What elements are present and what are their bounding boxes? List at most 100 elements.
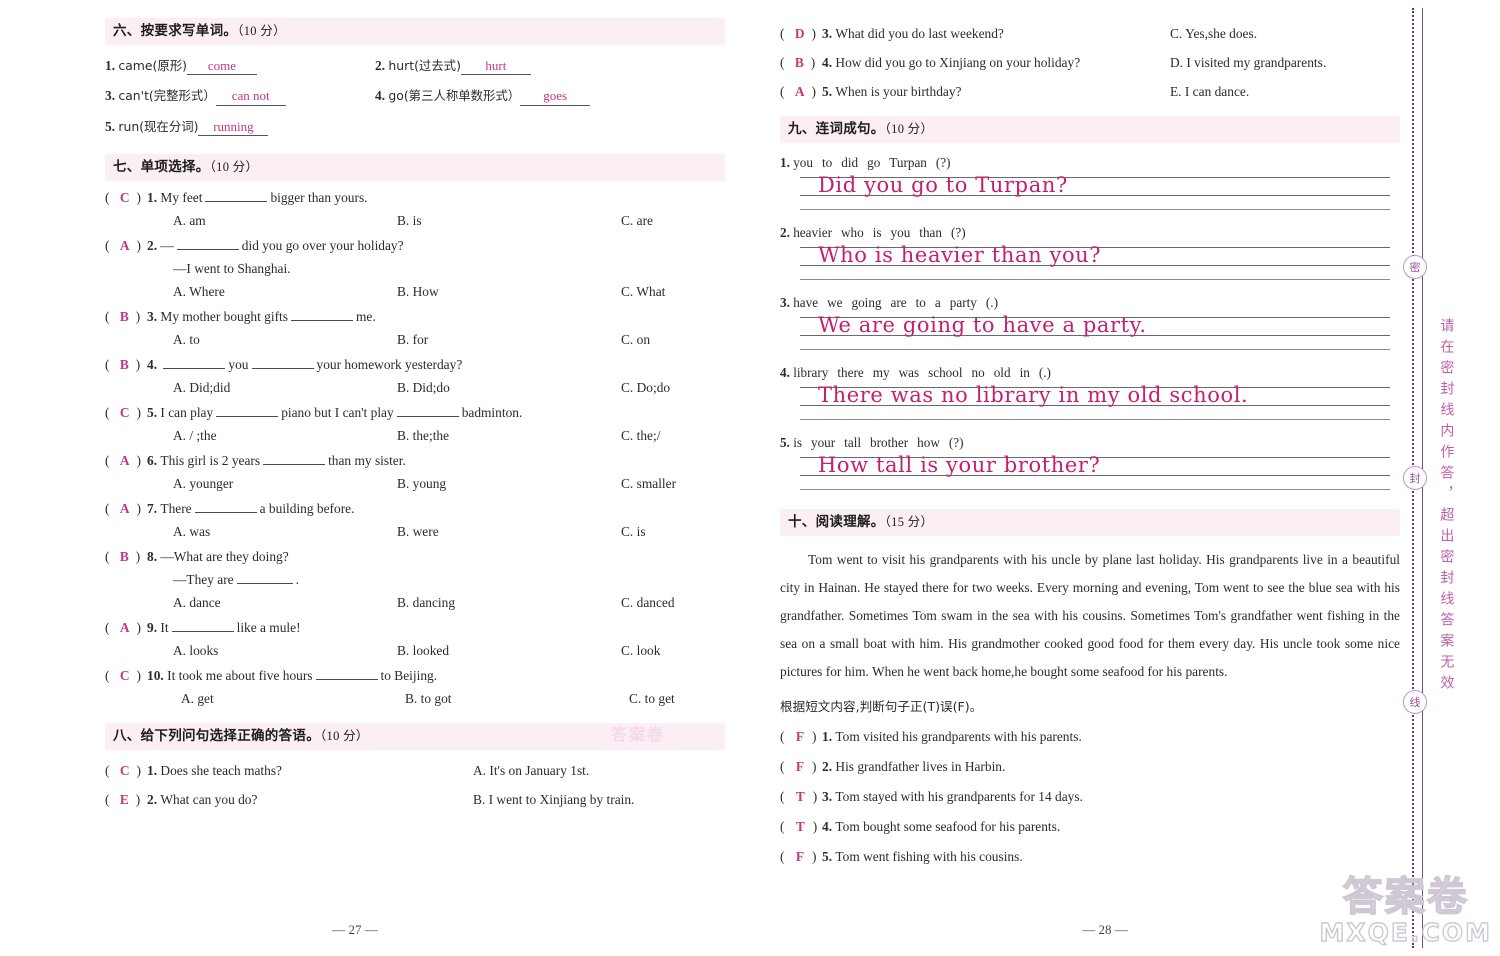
- scrambled-word: was: [898, 365, 920, 381]
- match-answer-option[interactable]: B. I went to Xinjiang by train.: [473, 792, 634, 808]
- mc-options: A. looks B. looked C. look: [105, 643, 725, 659]
- answer-bracket[interactable]: ( B): [780, 55, 822, 71]
- option-a[interactable]: A. am: [173, 213, 397, 229]
- tf-statement: Tom went fishing with his cousins.: [835, 849, 1023, 865]
- answer-bracket[interactable]: ( C): [105, 190, 147, 206]
- option-c[interactable]: C. What: [621, 284, 665, 300]
- answer-bracket[interactable]: ( A): [105, 501, 147, 517]
- section-points-six: （10 分）: [237, 24, 286, 38]
- answer-bracket[interactable]: ( C): [105, 405, 147, 421]
- item-number: 2.: [780, 225, 790, 241]
- scrambled-word: going: [851, 295, 882, 311]
- option-c[interactable]: C. on: [621, 332, 650, 348]
- mc-options: A. get B. to got C. to get: [105, 691, 725, 707]
- match-answer-option[interactable]: A. It's on January 1st.: [473, 763, 589, 779]
- question-text: What did you do last weekend?: [835, 26, 1004, 41]
- option-a[interactable]: A. younger: [173, 476, 397, 492]
- mc-subline-tail: .: [295, 572, 299, 588]
- scrambled-word: library: [793, 365, 829, 381]
- option-a[interactable]: A. Where: [173, 284, 397, 300]
- option-a[interactable]: A. dance: [173, 595, 397, 611]
- scrambled-word: go: [867, 155, 881, 171]
- answer-bracket[interactable]: ( B): [105, 549, 147, 565]
- seal-instruction-text: 请在密封线内作答，超出密封线答案无效: [1438, 318, 1455, 696]
- option-b[interactable]: B. to got: [405, 691, 629, 707]
- option-a[interactable]: A. get: [173, 691, 405, 707]
- fill-blank-answer[interactable]: come: [186, 58, 257, 76]
- fill-blank-answer[interactable]: hurt: [460, 58, 531, 76]
- answer-bracket[interactable]: ( T): [780, 819, 822, 835]
- answer-bracket[interactable]: ( F): [780, 729, 822, 745]
- fill-blank-answer[interactable]: can not: [215, 89, 286, 106]
- mc-options: A. am B. is C. are: [105, 213, 725, 229]
- answer-bracket[interactable]: ( T): [780, 789, 822, 805]
- match-answer-option[interactable]: D. I visited my grandparents.: [1170, 55, 1326, 71]
- answer-write-lines[interactable]: We are going to have a party.: [800, 313, 1390, 353]
- option-b[interactable]: B. How: [397, 284, 621, 300]
- option-b[interactable]: B. looked: [397, 643, 621, 659]
- question-text: What can you do?: [160, 792, 258, 808]
- chosen-answer: A: [119, 501, 130, 517]
- answer-write-lines[interactable]: Did you go to Turpan?: [800, 173, 1390, 213]
- match-question: ( C) 1. Does she teach maths?: [105, 763, 473, 779]
- match-answer-option[interactable]: C. Yes,she does.: [1170, 26, 1257, 42]
- match-answer-option[interactable]: E. I can dance.: [1170, 84, 1249, 100]
- tf-list: ( F) 1. Tom visited his grandparents with…: [780, 729, 1400, 865]
- answer-bracket[interactable]: ( B): [105, 309, 147, 325]
- option-c[interactable]: C. the;/: [621, 428, 660, 444]
- answer-bracket[interactable]: ( C): [105, 668, 147, 684]
- fill-blank-answer[interactable]: running: [198, 119, 269, 137]
- option-c[interactable]: C. to get: [629, 691, 675, 707]
- option-b[interactable]: B. is: [397, 213, 621, 229]
- option-b[interactable]: B. for: [397, 332, 621, 348]
- option-c[interactable]: C. are: [621, 213, 653, 229]
- fill-blank-answer[interactable]: goes: [520, 89, 591, 106]
- answer-write-lines[interactable]: How tall is your brother?: [800, 453, 1390, 493]
- mc-subline: —They are.: [105, 572, 725, 588]
- answer-bracket[interactable]: ( A): [105, 238, 147, 254]
- answer-bracket[interactable]: ( E): [105, 792, 147, 808]
- mc-question: ( A) 2. — did you go over your holiday?: [105, 238, 725, 254]
- option-c[interactable]: C. smaller: [621, 476, 676, 492]
- option-b[interactable]: B. dancing: [397, 595, 621, 611]
- scrambled-word: Turpan: [889, 155, 927, 171]
- option-b[interactable]: B. were: [397, 524, 621, 540]
- answer-write-lines[interactable]: Who is heavier than you?: [800, 243, 1390, 283]
- tf-row: ( F) 1. Tom visited his grandparents with…: [780, 729, 1400, 745]
- answer-bracket[interactable]: ( D): [780, 26, 822, 42]
- word-form-row: 3. can't(完整形式） can not 4. go(第三人称单数形式） goe…: [105, 86, 725, 106]
- option-a[interactable]: A. / ;the: [173, 428, 397, 444]
- option-c[interactable]: C. look: [621, 643, 660, 659]
- answer-write-lines[interactable]: There was no library in my old school.: [800, 383, 1390, 423]
- option-a[interactable]: A. Did;did: [173, 380, 397, 396]
- scrambled-word: are: [890, 295, 907, 311]
- option-b[interactable]: B. Did;do: [397, 380, 621, 396]
- section-points-seven: （10 分）: [209, 160, 259, 175]
- answer-bracket[interactable]: ( A): [105, 620, 147, 636]
- answer-bracket[interactable]: ( C): [105, 763, 147, 779]
- option-a[interactable]: A. looks: [173, 643, 397, 659]
- left-page: 六、按要求写单词。（10 分） 1. came(原形) come 2. hurt(…: [0, 0, 750, 956]
- answer-bracket[interactable]: ( A): [780, 84, 822, 100]
- option-b[interactable]: B. the;the: [397, 428, 621, 444]
- option-a[interactable]: A. to: [173, 332, 397, 348]
- section-title-nine: 九、连词成句。: [788, 121, 885, 137]
- answer-blank-line: [315, 668, 378, 681]
- answer-bracket[interactable]: ( F): [780, 849, 822, 865]
- chosen-answer: F: [795, 849, 804, 865]
- chosen-answer: C: [119, 668, 130, 684]
- answer-bracket[interactable]: ( A): [105, 453, 147, 469]
- option-a[interactable]: A. was: [173, 524, 397, 540]
- rearrange-prompt: 2. heavier who is you than (?): [780, 225, 1400, 241]
- option-c[interactable]: C. Do;do: [621, 380, 670, 396]
- word-form-item: 4. go(第三人称单数形式） goes: [375, 86, 591, 106]
- answer-blank-line: [290, 309, 353, 322]
- option-c[interactable]: C. is: [621, 524, 646, 540]
- mc-question: ( A) 9. It like a mule!: [105, 620, 725, 636]
- option-b[interactable]: B. young: [397, 476, 621, 492]
- option-c[interactable]: C. danced: [621, 595, 675, 611]
- question-stem-mid: you: [228, 357, 249, 373]
- answer-bracket[interactable]: ( B): [105, 357, 147, 373]
- question-number: 4.: [822, 55, 833, 70]
- answer-bracket[interactable]: ( F): [780, 759, 822, 775]
